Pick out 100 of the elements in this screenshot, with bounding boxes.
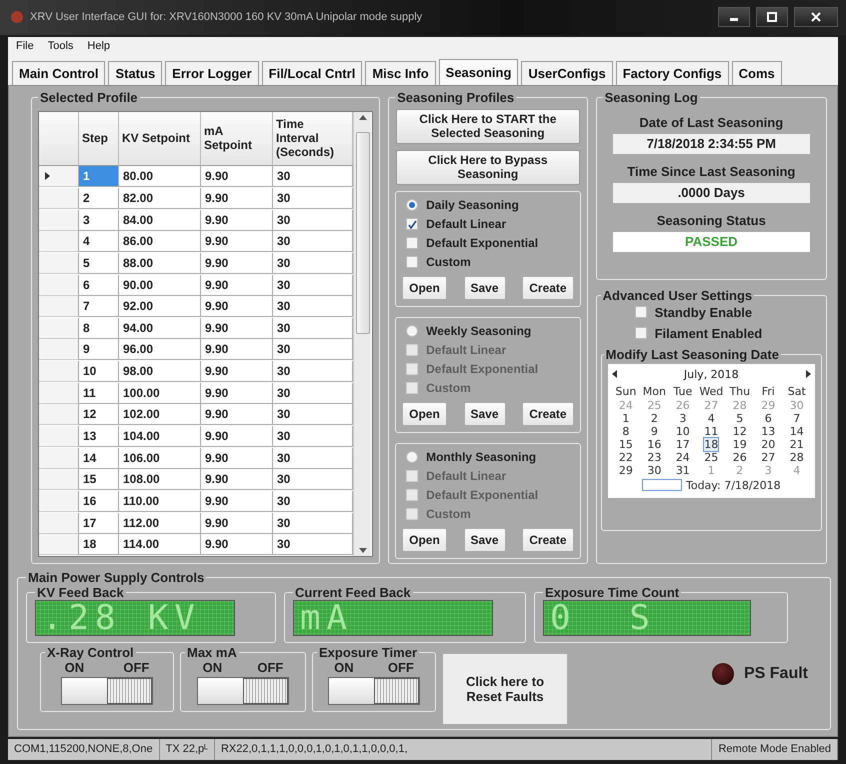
toggle-switch[interactable] <box>61 676 153 705</box>
menu-item[interactable]: File <box>16 40 34 52</box>
calendar-day[interactable]: 29 <box>618 464 633 477</box>
profile-button[interactable]: Open <box>402 276 447 300</box>
calendar-day[interactable]: 27 <box>761 450 776 464</box>
calendar-day[interactable]: 12 <box>732 424 747 438</box>
calendar-day[interactable]: 31 <box>676 464 690 477</box>
calendar-day[interactable]: 2 <box>650 412 658 425</box>
tab[interactable]: UserConfigs <box>521 60 613 85</box>
checkbox[interactable] <box>634 327 647 340</box>
close-button[interactable] <box>794 7 838 28</box>
value-field: .0000 Days <box>612 182 810 203</box>
calendar-day[interactable]: 1 <box>622 412 630 425</box>
maximize-icon[interactable] <box>767 12 777 22</box>
calendar-day[interactable]: 18 <box>704 438 718 451</box>
tab[interactable]: Status <box>108 60 162 85</box>
status-text: COM1,115200,NONE,8,One <box>8 738 160 760</box>
checkbox[interactable] <box>406 256 418 268</box>
weekday-label: Sat <box>786 384 807 399</box>
group-title: Selected Profile <box>39 90 139 105</box>
tab[interactable]: Seasoning <box>438 58 518 86</box>
calendar-day[interactable]: 20 <box>761 438 776 451</box>
checkbox-label: Custom <box>426 507 471 522</box>
calendar-day[interactable]: 5 <box>736 412 744 425</box>
calendar-day[interactable]: 26 <box>732 450 747 464</box>
table-cell: 9.90 <box>201 166 273 188</box>
menu-item[interactable]: Tools <box>48 40 74 52</box>
checkbox[interactable] <box>406 237 418 250</box>
prev-month-icon[interactable] <box>612 370 617 378</box>
calendar-day[interactable]: 13 <box>761 424 776 438</box>
maximize-button[interactable] <box>756 7 788 28</box>
tab[interactable]: Factory Configs <box>616 60 729 85</box>
tab[interactable]: Misc Info <box>365 60 436 85</box>
calendar-day[interactable]: 16 <box>647 438 662 451</box>
checkbox[interactable] <box>634 306 647 318</box>
toggle-switch[interactable] <box>197 676 289 705</box>
calendar-day[interactable]: 30 <box>647 464 662 477</box>
seasoning-button[interactable]: Click Here to Bypass Seasoning <box>396 150 580 185</box>
calendar-day[interactable]: 22 <box>618 450 633 464</box>
calendar-day[interactable]: 9 <box>650 424 658 438</box>
calendar-day[interactable]: 17 <box>676 438 690 451</box>
switch-thumb[interactable] <box>243 678 288 704</box>
on-label: ON <box>64 660 84 675</box>
calendar-day[interactable]: 4 <box>708 412 715 425</box>
table-cell: 104.00 <box>119 426 201 447</box>
scroll-down-icon[interactable] <box>358 548 366 554</box>
tab[interactable]: Fil/Local Cntrl <box>262 60 362 85</box>
table-cell: 12 <box>79 404 119 426</box>
calendar-day[interactable]: 24 <box>676 450 690 464</box>
table-cell: 86.00 <box>119 231 201 252</box>
switch-thumb[interactable] <box>374 678 419 704</box>
table-cell: 9.90 <box>201 469 273 490</box>
calendar-day[interactable]: 15 <box>618 438 633 451</box>
calendar-day[interactable]: 6 <box>764 412 772 425</box>
lcd-display: 0 S <box>543 600 751 636</box>
toggle-switch[interactable] <box>328 676 420 705</box>
today-link[interactable]: Today: 7/18/2018 <box>686 478 781 492</box>
calendar-day[interactable]: 23 <box>647 450 662 464</box>
field-label: Date of Last Seasoning <box>638 114 784 130</box>
tab[interactable]: Coms <box>732 60 782 85</box>
table-cell: 9.90 <box>201 490 273 512</box>
calendar-day[interactable]: 28 <box>790 450 804 464</box>
scroll-thumb[interactable] <box>356 132 370 334</box>
group-title: Advanced User Settings <box>602 288 754 303</box>
seasoning-button[interactable]: Click Here to START the Selected Seasoning <box>396 108 580 144</box>
table-cell: 4 <box>79 231 119 252</box>
table-cell: 30 <box>273 382 353 404</box>
calendar-day[interactable]: 8 <box>622 424 630 438</box>
table-cell: 15 <box>79 469 119 490</box>
checkbox[interactable] <box>406 218 418 230</box>
group-title: Current Feed Back <box>294 584 412 600</box>
value-field: 7/18/2018 2:34:55 PM <box>612 134 810 154</box>
column-header: mA Setpoint <box>201 112 273 166</box>
next-month-icon[interactable] <box>806 370 811 378</box>
switch-thumb[interactable] <box>107 678 152 704</box>
calendar-day[interactable]: 19 <box>732 438 747 451</box>
calendar-day[interactable]: 10 <box>676 424 690 438</box>
table-cell: 30 <box>273 448 353 469</box>
profile-button[interactable]: Create <box>522 276 574 300</box>
profile-button[interactable]: Save <box>464 276 506 300</box>
calendar-day[interactable]: 25 <box>704 450 718 464</box>
field-label: Time Since Last Seasoning <box>626 164 796 179</box>
calendar-day[interactable]: 7 <box>793 412 800 425</box>
weekday-label: Mon <box>642 384 667 399</box>
close-icon[interactable] <box>811 12 821 22</box>
on-label: ON <box>202 660 222 675</box>
tab[interactable]: Main Control <box>12 60 106 85</box>
calendar-day[interactable]: 11 <box>704 424 718 438</box>
table-cell: 30 <box>273 210 353 231</box>
calendar-day[interactable]: 14 <box>790 424 804 438</box>
scroll-up-icon[interactable] <box>358 114 366 120</box>
checkbox-label: Filament Enabled <box>654 326 762 341</box>
tab[interactable]: Error Logger <box>165 60 259 85</box>
menu-item[interactable]: Help <box>87 40 110 52</box>
radio-button[interactable] <box>406 199 418 212</box>
minimize-button[interactable] <box>718 7 750 28</box>
calendar-day[interactable]: 21 <box>790 438 804 451</box>
calendar-day[interactable]: 3 <box>679 412 686 425</box>
table-cell: 2 <box>79 188 119 210</box>
reset-faults-button[interactable]: Click here to Reset Faults <box>442 652 568 725</box>
